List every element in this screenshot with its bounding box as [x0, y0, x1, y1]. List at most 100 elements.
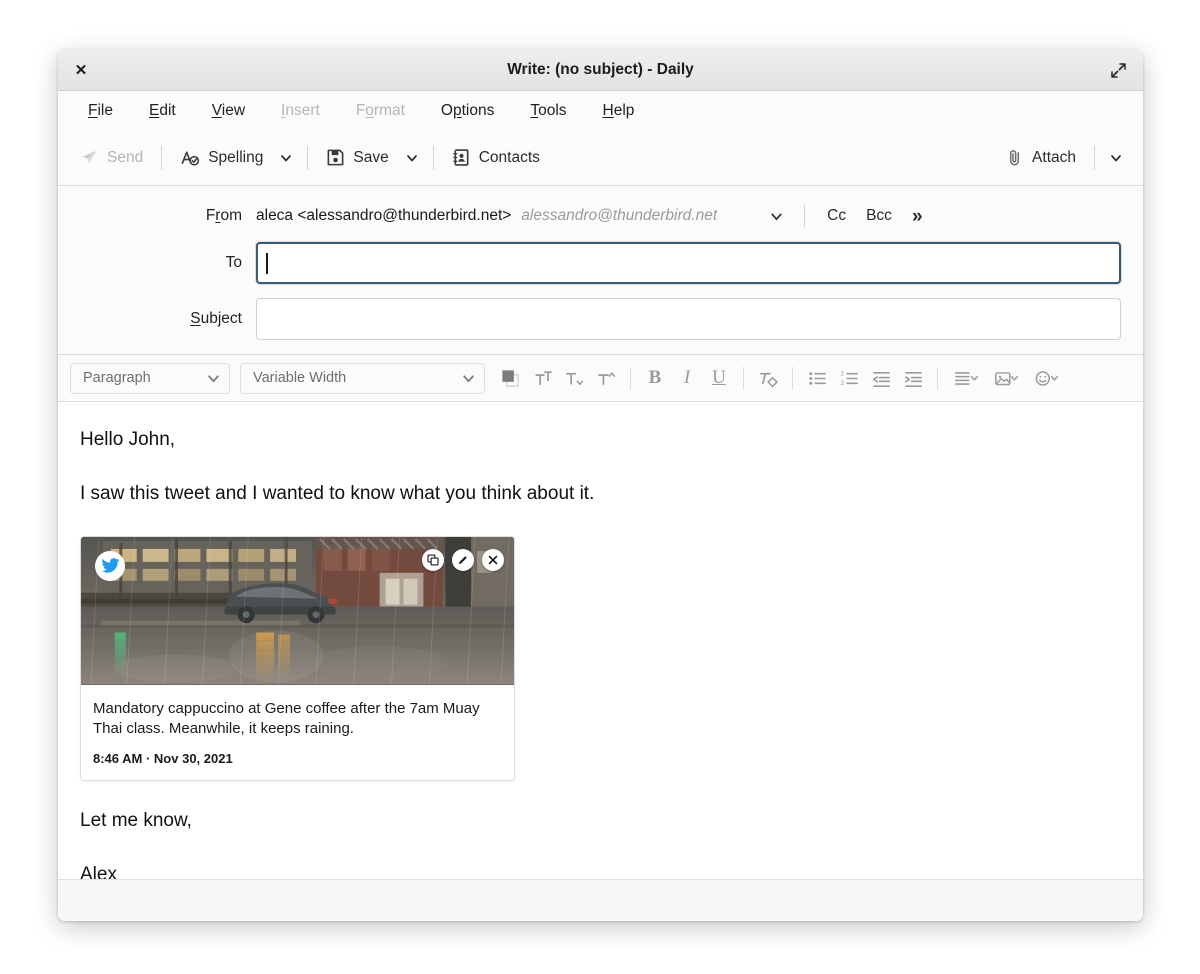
spellcheck-icon — [180, 148, 200, 167]
font-family-label: Variable Width — [253, 370, 347, 386]
edit-pencil-icon[interactable] — [452, 548, 474, 571]
from-row: From aleca <alessandro@thunderbird.net> … — [70, 196, 1131, 236]
menu-help[interactable]: Help — [589, 98, 649, 124]
close-icon[interactable] — [482, 548, 504, 571]
body-signature: Alex — [80, 863, 117, 879]
toolbar-separator — [161, 145, 163, 170]
numbered-list-icon[interactable]: 1 2 — [834, 363, 864, 394]
format-separator — [792, 366, 793, 390]
pencil-glyph — [458, 555, 467, 564]
menu-file[interactable]: File — [74, 98, 127, 124]
text-cursor — [266, 252, 268, 274]
address-book-icon — [452, 148, 471, 167]
menu-edit[interactable]: Edit — [135, 98, 190, 124]
outdent-icon[interactable] — [866, 363, 896, 394]
menu-tools[interactable]: Tools — [516, 98, 580, 124]
more-recipients-button[interactable]: » — [902, 207, 931, 226]
paragraph-style-label: Paragraph — [83, 370, 151, 386]
toolbar-separator — [432, 145, 434, 170]
spelling-label: Spelling — [208, 148, 264, 166]
message-headers: From aleca <alessandro@thunderbird.net> … — [58, 186, 1143, 355]
insert-image-icon[interactable] — [987, 363, 1025, 394]
window-title: Write: (no subject) - Daily — [507, 61, 694, 78]
body-closing: Let me know, — [80, 810, 192, 831]
twitter-bird-glyph — [101, 558, 119, 573]
from-label: From — [205, 207, 242, 224]
contacts-button[interactable]: Contacts — [442, 142, 550, 173]
menu-format: Format — [355, 101, 405, 119]
chevron-down-icon — [405, 151, 419, 165]
maximize-icon[interactable] — [1105, 57, 1131, 83]
window-titlebar: ✕ Write: (no subject) - Daily — [58, 50, 1143, 91]
toolbar-separator — [307, 145, 309, 170]
svg-text:2: 2 — [840, 380, 844, 387]
from-alias: alessandro@thunderbird.net — [521, 207, 718, 224]
message-body-editor[interactable]: Hello John, I saw this tweet and I wante… — [58, 402, 1143, 879]
attach-button[interactable]: Attach — [995, 142, 1086, 173]
chevron-down-icon — [769, 209, 784, 224]
font-size-icon[interactable] — [591, 363, 621, 394]
underline-icon[interactable]: U — [704, 363, 734, 394]
subject-label: Subject — [190, 310, 242, 327]
formatting-toolbar: Paragraph Variable Width B I U 1 2 — [58, 355, 1143, 402]
main-toolbar: Send Spelling Save Contacts Attach — [58, 130, 1143, 186]
chevron-down-icon — [461, 371, 476, 386]
body-line-1: I saw this tweet and I wanted to know wh… — [80, 482, 595, 504]
align-icon[interactable] — [947, 363, 985, 394]
tweet-media — [81, 536, 514, 685]
emoji-icon[interactable] — [1027, 363, 1065, 394]
color-swatch-glyph — [501, 369, 519, 387]
subject-row: Subject — [70, 298, 1131, 340]
contacts-label: Contacts — [478, 148, 540, 166]
remove-formatting-icon[interactable] — [753, 363, 783, 394]
spelling-dropdown-button[interactable] — [273, 145, 299, 171]
save-dropdown-button[interactable] — [399, 145, 425, 171]
to-row: To — [70, 242, 1131, 284]
tweet-card-actions — [422, 548, 504, 571]
duplicate-glyph — [427, 553, 439, 566]
send-label: Send — [107, 148, 144, 166]
increase-font-size-icon[interactable] — [527, 363, 557, 394]
maximize-glyph — [1110, 62, 1126, 78]
indent-icon[interactable] — [898, 363, 928, 394]
cc-button[interactable]: Cc — [817, 203, 856, 229]
close-icon[interactable]: ✕ — [68, 57, 94, 83]
from-identity-dropdown[interactable] — [761, 205, 792, 228]
compose-window: ✕ Write: (no subject) - Daily File Edit … — [58, 50, 1143, 921]
to-label: To — [225, 254, 242, 271]
bold-icon[interactable]: B — [640, 363, 670, 394]
menu-options[interactable]: Options — [427, 98, 508, 124]
from-value[interactable]: aleca <alessandro@thunderbird.net> — [256, 207, 511, 225]
menu-view[interactable]: View — [198, 98, 259, 124]
spelling-button[interactable]: Spelling — [170, 142, 273, 173]
underline-label: U — [712, 367, 726, 388]
tweet-text: Mandatory cappuccino at Gene coffee afte… — [93, 699, 480, 737]
duplicate-icon[interactable] — [422, 548, 444, 571]
tweet-card[interactable]: Mandatory cappuccino at Gene coffee afte… — [80, 535, 515, 781]
bcc-button[interactable]: Bcc — [856, 203, 902, 229]
subject-input[interactable] — [256, 298, 1121, 340]
twitter-bird-icon — [95, 550, 125, 581]
chevron-down-icon — [1109, 151, 1123, 165]
save-button[interactable]: Save — [316, 142, 398, 173]
menubar: File Edit View Insert Format Options Too… — [58, 91, 1143, 130]
italic-label: I — [683, 367, 691, 388]
bullet-list-icon[interactable] — [802, 363, 832, 394]
floppy-disk-icon — [326, 148, 345, 167]
paragraph-style-select[interactable]: Paragraph — [70, 362, 230, 394]
text-color-swatch[interactable] — [495, 363, 525, 394]
send-paper-plane-icon — [80, 148, 99, 167]
font-family-select[interactable]: Variable Width — [240, 362, 485, 394]
svg-text:1: 1 — [840, 370, 844, 377]
paperclip-icon — [1005, 148, 1024, 167]
bold-label: B — [648, 367, 662, 388]
decrease-font-size-icon[interactable] — [559, 363, 589, 394]
format-separator — [743, 366, 744, 390]
body-greeting: Hello John, — [80, 429, 176, 450]
to-input[interactable] — [256, 242, 1121, 284]
italic-icon[interactable]: I — [672, 363, 702, 394]
tweet-timestamp: 8:46 AM · Nov 30, 2021 — [93, 751, 233, 766]
attach-dropdown-button[interactable] — [1103, 145, 1129, 171]
close-glyph — [488, 555, 498, 564]
save-label: Save — [353, 148, 389, 166]
